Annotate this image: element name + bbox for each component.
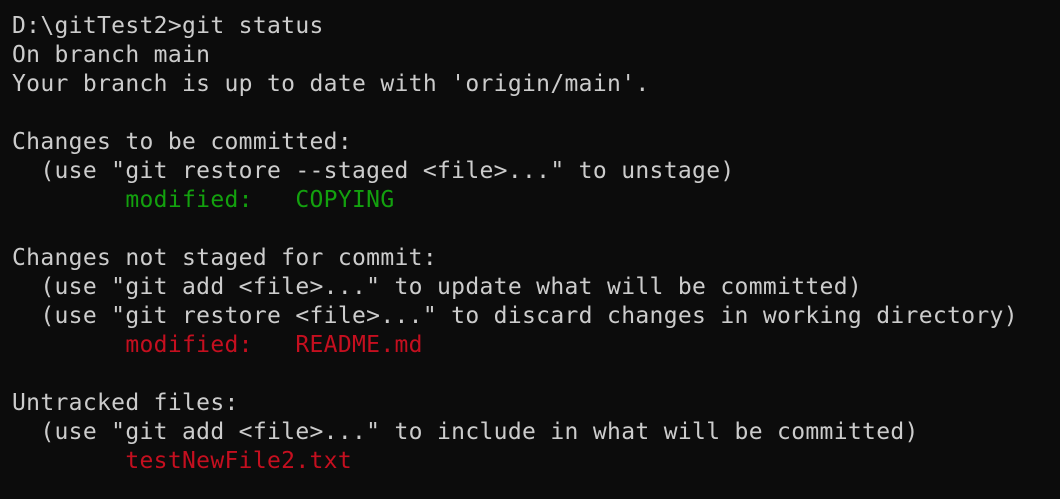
unstaged-file-entry: modified: README.md [12, 331, 1060, 360]
staged-file-entry: modified: COPYING [12, 186, 1060, 215]
unstaged-changes-hint-add: (use "git add <file>..." to update what … [12, 274, 863, 300]
unstaged-changes-hint-restore: (use "git restore <file>..." to discard … [12, 303, 1018, 329]
terminal-window[interactable]: D:\gitTest2>git status On branch main Yo… [0, 0, 1060, 499]
branch-status-line: On branch main [12, 42, 211, 68]
prompt-command-line: D:\gitTest2>git status [12, 13, 324, 39]
staged-file-name: COPYING [295, 187, 395, 213]
untracked-files-hint: (use "git add <file>..." to include in w… [12, 419, 919, 445]
unstaged-changes-header: Changes not staged for commit: [12, 245, 438, 271]
upstream-status-line: Your branch is up to date with 'origin/m… [12, 71, 650, 97]
unstaged-file-status: modified: [12, 332, 296, 358]
untracked-file-indent [12, 448, 125, 474]
staged-changes-header: Changes to be committed: [12, 129, 353, 155]
untracked-file-entry: testNewFile2.txt [12, 447, 1060, 476]
unstaged-file-name: README.md [295, 332, 423, 358]
staged-file-status: modified: [12, 187, 296, 213]
staged-changes-hint: (use "git restore --staged <file>..." to… [12, 158, 735, 184]
untracked-file-name: testNewFile2.txt [125, 448, 353, 474]
untracked-files-header: Untracked files: [12, 390, 239, 416]
